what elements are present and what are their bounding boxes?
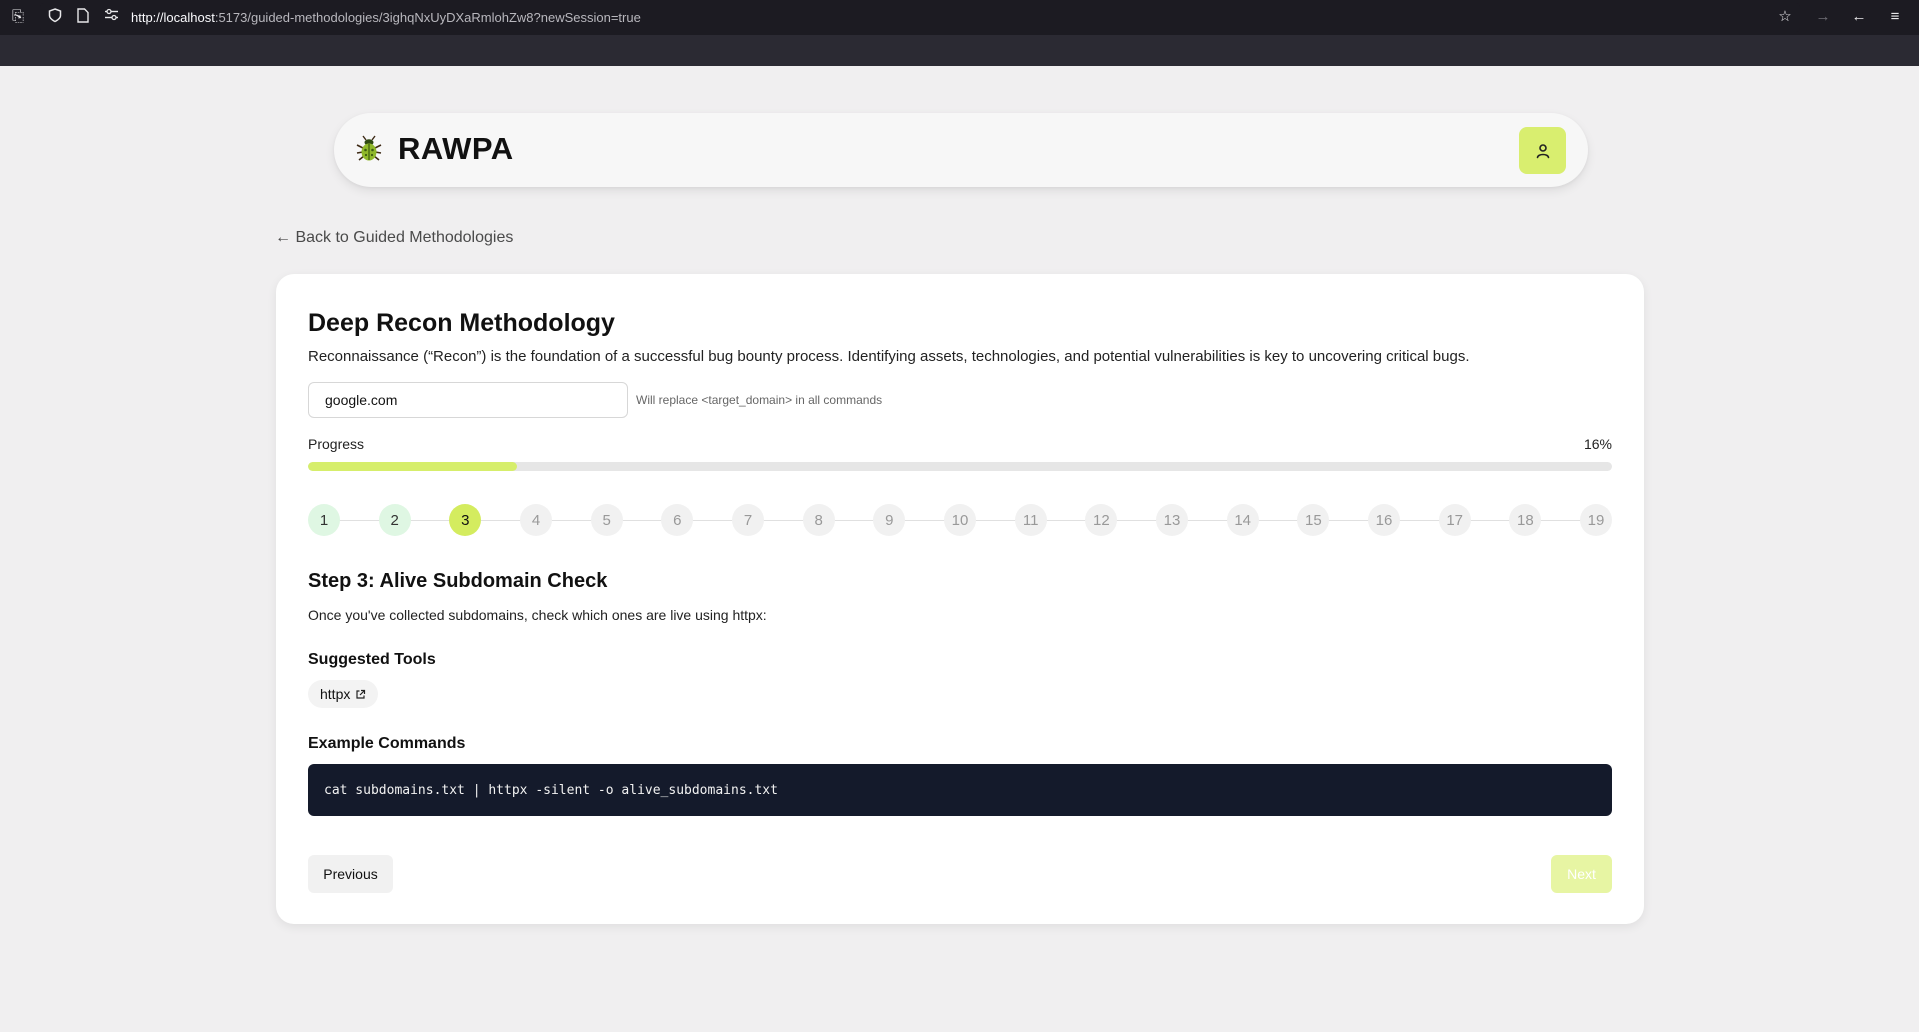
suggested-tools-heading: Suggested Tools: [308, 651, 436, 668]
step-description: Once you've collected subdomains, check …: [308, 607, 767, 623]
step-7[interactable]: 7: [732, 504, 764, 536]
address-bar[interactable]: http://localhost:5173/guided-methodologi…: [40, 3, 1800, 32]
tool-chip-label: httpx: [320, 686, 351, 702]
url-text[interactable]: http://localhost:5173/guided-methodologi…: [131, 10, 641, 25]
bug-icon: [354, 134, 384, 164]
step-17[interactable]: 17: [1438, 504, 1471, 536]
step-8[interactable]: 8: [802, 504, 835, 536]
previous-button[interactable]: Previous: [308, 855, 393, 893]
step-16[interactable]: 16: [1368, 504, 1400, 536]
step-9[interactable]: 9: [873, 504, 906, 536]
external-link-icon: [356, 689, 366, 699]
command-code-block[interactable]: cat subdomains.txt | httpx -silent -o al…: [308, 764, 1612, 816]
methodology-description: Reconnaissance (“Recon”) is the foundati…: [308, 348, 1470, 365]
user-icon: [1536, 143, 1549, 158]
forward-arrow-icon[interactable]: →: [1814, 8, 1832, 26]
back-arrow-icon[interactable]: ←: [1850, 8, 1868, 26]
example-commands-heading: Example Commands: [308, 735, 466, 752]
step-4[interactable]: 4: [520, 504, 552, 536]
target-domain-hint: Will replace <target_domain> in all comm…: [636, 393, 883, 407]
target-domain-input[interactable]: [308, 382, 628, 418]
tab-icon[interactable]: ⎘: [9, 8, 27, 26]
step-15[interactable]: 15: [1297, 504, 1330, 536]
back-to-methodologies-link[interactable]: ← Back to Guided Methodologies: [275, 229, 513, 247]
menu-icon[interactable]: ≡: [1886, 8, 1904, 26]
progress-bar-fill: [308, 462, 517, 471]
page-icon[interactable]: [74, 8, 92, 26]
step-14[interactable]: 14: [1226, 504, 1259, 536]
methodology-title: Deep Recon Methodology: [308, 309, 615, 337]
next-button[interactable]: Next: [1551, 855, 1612, 893]
permissions-icon[interactable]: [102, 8, 120, 26]
step-18[interactable]: 18: [1509, 504, 1542, 536]
progress-label: Progress: [308, 436, 365, 452]
progress-percent: 16%: [1583, 436, 1612, 452]
step-title: Step 3: Alive Subdomain Check: [308, 570, 608, 592]
step-10[interactable]: 10: [944, 504, 976, 536]
app-logo-text[interactable]: RAWPA: [398, 131, 514, 167]
tool-chip-httpx[interactable]: httpx: [308, 680, 379, 708]
user-profile-button[interactable]: [1519, 127, 1566, 174]
step-2[interactable]: 2: [378, 504, 411, 536]
app-header: RAWPA: [334, 113, 1588, 187]
step-indicator: 1 2 3 4 5 6 7 8 9 10 11 12 13 14 15 16 17 18 19: [308, 504, 1612, 536]
step-1[interactable]: 1: [308, 504, 340, 536]
step-19[interactable]: 19: [1580, 504, 1612, 536]
browser-toolbar: ⎘ http://localhost:5173/guided-methodolo…: [0, 0, 1919, 66]
step-3[interactable]: 3: [449, 504, 482, 536]
command-text[interactable]: cat subdomains.txt | httpx -silent -o al…: [324, 783, 778, 798]
bookmark-star-icon[interactable]: ☆: [1776, 8, 1794, 26]
shield-icon[interactable]: [46, 8, 64, 26]
url-row: ⎘ http://localhost:5173/guided-methodolo…: [0, 0, 1919, 35]
step-11[interactable]: 11: [1014, 504, 1047, 536]
step-6[interactable]: 6: [661, 504, 694, 536]
step-12[interactable]: 12: [1085, 504, 1118, 536]
methodology-card: Deep Recon Methodology Reconnaissance (“…: [276, 274, 1644, 924]
progress-bar: [308, 462, 1612, 471]
step-5[interactable]: 5: [590, 504, 623, 536]
step-13[interactable]: 13: [1156, 504, 1188, 536]
